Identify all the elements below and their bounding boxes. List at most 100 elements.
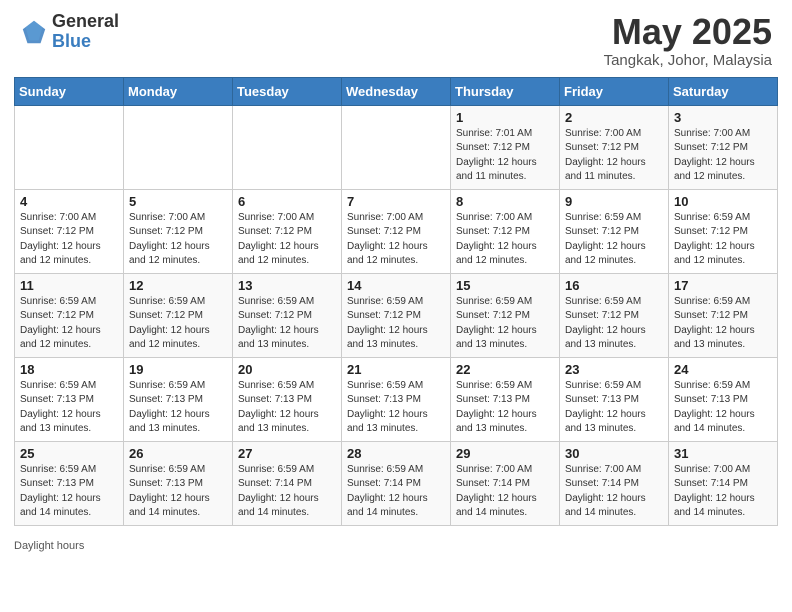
day-number: 15 bbox=[456, 278, 554, 293]
calendar-cell: 28 Sunrise: 6:59 AM Sunset: 7:14 PM Dayli… bbox=[342, 441, 451, 525]
calendar-cell: 16Sunrise: 6:59 AM Sunset: 7:12 PM Dayli… bbox=[560, 273, 669, 357]
calendar-cell: 22 Sunrise: 6:59 AM Sunset: 7:13 PM Dayli… bbox=[451, 357, 560, 441]
calendar-week-row: 18Sunrise: 6:59 AM Sunset: 7:13 PM Dayli… bbox=[15, 357, 778, 441]
day-info: Sunrise: 6:59 AM Sunset: 7:12 PM Dayligh… bbox=[238, 295, 336, 353]
day-number: 28 bbox=[347, 446, 445, 461]
day-number: 1 bbox=[456, 110, 554, 125]
footer-text: Daylight hours bbox=[14, 540, 84, 552]
calendar-cell: 30 Sunrise: 7:00 AM Sunset: 7:14 PM Dayli… bbox=[560, 441, 669, 525]
calendar-week-row: 1Sunrise: 7:01 AM Sunset: 7:12 PM Daylig… bbox=[15, 105, 778, 189]
calendar-cell: 1Sunrise: 7:01 AM Sunset: 7:12 PM Daylig… bbox=[451, 105, 560, 189]
day-number: 9 bbox=[565, 194, 663, 209]
day-info: Sunrise: 6:59 AM Sunset: 7:12 PM Dayligh… bbox=[565, 211, 663, 269]
day-number: 4 bbox=[20, 194, 118, 209]
logo-icon bbox=[20, 18, 48, 46]
day-number: 29 bbox=[456, 446, 554, 461]
calendar-cell: 7Sunrise: 7:00 AM Sunset: 7:12 PM Daylig… bbox=[342, 189, 451, 273]
day-info: Sunrise: 6:59 AM Sunset: 7:14 PM Dayligh… bbox=[347, 463, 445, 521]
calendar-cell: 27 Sunrise: 6:59 AM Sunset: 7:14 PM Dayli… bbox=[233, 441, 342, 525]
calendar-week-row: 25 Sunrise: 6:59 AM Sunset: 7:13 PM Dayli… bbox=[15, 441, 778, 525]
calendar-title: May 2025 bbox=[604, 12, 772, 52]
day-number: 27 bbox=[238, 446, 336, 461]
day-info: Sunrise: 6:59 AM Sunset: 7:13 PM Dayligh… bbox=[456, 379, 554, 437]
day-number: 12 bbox=[129, 278, 227, 293]
calendar-week-row: 11 Sunrise: 6:59 AM Sunset: 7:12 PM Dayli… bbox=[15, 273, 778, 357]
day-number: 23 bbox=[565, 362, 663, 377]
day-info: Sunrise: 7:00 AM Sunset: 7:12 PM Dayligh… bbox=[456, 211, 554, 269]
day-info: Sunrise: 7:00 AM Sunset: 7:12 PM Dayligh… bbox=[565, 127, 663, 185]
day-number: 13 bbox=[238, 278, 336, 293]
page-header: General Blue May 2025 Tangkak, Johor, Ma… bbox=[0, 0, 792, 77]
calendar-table: SundayMondayTuesdayWednesdayThursdayFrid… bbox=[14, 77, 778, 526]
calendar-cell: 24Sunrise: 6:59 AM Sunset: 7:13 PM Dayli… bbox=[669, 357, 778, 441]
day-info: Sunrise: 7:00 AM Sunset: 7:12 PM Dayligh… bbox=[674, 127, 772, 185]
calendar-cell: 18Sunrise: 6:59 AM Sunset: 7:13 PM Dayli… bbox=[15, 357, 124, 441]
calendar-cell bbox=[15, 105, 124, 189]
calendar-cell: 2 Sunrise: 7:00 AM Sunset: 7:12 PM Daylig… bbox=[560, 105, 669, 189]
day-info: Sunrise: 6:59 AM Sunset: 7:13 PM Dayligh… bbox=[20, 379, 118, 437]
calendar-cell: 17Sunrise: 6:59 AM Sunset: 7:12 PM Dayli… bbox=[669, 273, 778, 357]
col-header-wednesday: Wednesday bbox=[342, 77, 451, 105]
calendar-wrap: SundayMondayTuesdayWednesdayThursdayFrid… bbox=[0, 77, 792, 536]
footer: Daylight hours bbox=[0, 536, 792, 558]
day-info: Sunrise: 7:00 AM Sunset: 7:12 PM Dayligh… bbox=[238, 211, 336, 269]
day-info: Sunrise: 6:59 AM Sunset: 7:12 PM Dayligh… bbox=[674, 211, 772, 269]
day-info: Sunrise: 6:59 AM Sunset: 7:12 PM Dayligh… bbox=[347, 295, 445, 353]
day-info: Sunrise: 6:59 AM Sunset: 7:13 PM Dayligh… bbox=[129, 379, 227, 437]
day-info: Sunrise: 6:59 AM Sunset: 7:12 PM Dayligh… bbox=[674, 295, 772, 353]
calendar-cell: 25Sunrise: 6:59 AM Sunset: 7:13 PM Dayli… bbox=[15, 441, 124, 525]
day-info: Sunrise: 7:00 AM Sunset: 7:14 PM Dayligh… bbox=[674, 463, 772, 521]
day-info: Sunrise: 7:00 AM Sunset: 7:14 PM Dayligh… bbox=[565, 463, 663, 521]
calendar-cell: 3 Sunrise: 7:00 AM Sunset: 7:12 PM Daylig… bbox=[669, 105, 778, 189]
col-header-sunday: Sunday bbox=[15, 77, 124, 105]
calendar-cell: 12Sunrise: 6:59 AM Sunset: 7:12 PM Dayli… bbox=[124, 273, 233, 357]
calendar-cell: 11 Sunrise: 6:59 AM Sunset: 7:12 PM Dayli… bbox=[15, 273, 124, 357]
col-header-tuesday: Tuesday bbox=[233, 77, 342, 105]
day-info: Sunrise: 7:00 AM Sunset: 7:12 PM Dayligh… bbox=[129, 211, 227, 269]
day-info: Sunrise: 6:59 AM Sunset: 7:14 PM Dayligh… bbox=[238, 463, 336, 521]
col-header-monday: Monday bbox=[124, 77, 233, 105]
day-info: Sunrise: 7:00 AM Sunset: 7:12 PM Dayligh… bbox=[347, 211, 445, 269]
day-info: Sunrise: 6:59 AM Sunset: 7:13 PM Dayligh… bbox=[238, 379, 336, 437]
calendar-cell bbox=[342, 105, 451, 189]
day-number: 24 bbox=[674, 362, 772, 377]
day-number: 31 bbox=[674, 446, 772, 461]
day-number: 14 bbox=[347, 278, 445, 293]
day-number: 11 bbox=[20, 278, 118, 293]
day-info: Sunrise: 6:59 AM Sunset: 7:12 PM Dayligh… bbox=[456, 295, 554, 353]
day-info: Sunrise: 6:59 AM Sunset: 7:13 PM Dayligh… bbox=[565, 379, 663, 437]
calendar-cell: 23 Sunrise: 6:59 AM Sunset: 7:13 PM Dayli… bbox=[560, 357, 669, 441]
calendar-cell: 13 Sunrise: 6:59 AM Sunset: 7:12 PM Dayli… bbox=[233, 273, 342, 357]
day-info: Sunrise: 6:59 AM Sunset: 7:12 PM Dayligh… bbox=[565, 295, 663, 353]
logo: General Blue bbox=[20, 12, 119, 52]
calendar-cell: 9 Sunrise: 6:59 AM Sunset: 7:12 PM Daylig… bbox=[560, 189, 669, 273]
calendar-cell: 5 Sunrise: 7:00 AM Sunset: 7:12 PM Daylig… bbox=[124, 189, 233, 273]
calendar-cell: 14 Sunrise: 6:59 AM Sunset: 7:12 PM Dayli… bbox=[342, 273, 451, 357]
logo-general-text: General bbox=[52, 11, 119, 31]
day-number: 2 bbox=[565, 110, 663, 125]
day-number: 3 bbox=[674, 110, 772, 125]
calendar-cell: 29Sunrise: 7:00 AM Sunset: 7:14 PM Dayli… bbox=[451, 441, 560, 525]
calendar-cell bbox=[233, 105, 342, 189]
logo-blue-text: Blue bbox=[52, 31, 91, 51]
calendar-cell: 20 Sunrise: 6:59 AM Sunset: 7:13 PM Dayli… bbox=[233, 357, 342, 441]
day-info: Sunrise: 6:59 AM Sunset: 7:13 PM Dayligh… bbox=[347, 379, 445, 437]
calendar-cell: 26Sunrise: 6:59 AM Sunset: 7:13 PM Dayli… bbox=[124, 441, 233, 525]
day-number: 19 bbox=[129, 362, 227, 377]
day-number: 5 bbox=[129, 194, 227, 209]
day-number: 30 bbox=[565, 446, 663, 461]
calendar-cell: 4Sunrise: 7:00 AM Sunset: 7:12 PM Daylig… bbox=[15, 189, 124, 273]
calendar-cell bbox=[124, 105, 233, 189]
day-number: 25 bbox=[20, 446, 118, 461]
title-block: May 2025 Tangkak, Johor, Malaysia bbox=[604, 12, 772, 69]
calendar-cell: 10Sunrise: 6:59 AM Sunset: 7:12 PM Dayli… bbox=[669, 189, 778, 273]
col-header-saturday: Saturday bbox=[669, 77, 778, 105]
day-number: 22 bbox=[456, 362, 554, 377]
day-info: Sunrise: 6:59 AM Sunset: 7:12 PM Dayligh… bbox=[20, 295, 118, 353]
calendar-cell: 15 Sunrise: 6:59 AM Sunset: 7:12 PM Dayli… bbox=[451, 273, 560, 357]
day-info: Sunrise: 6:59 AM Sunset: 7:13 PM Dayligh… bbox=[129, 463, 227, 521]
calendar-cell: 21Sunrise: 6:59 AM Sunset: 7:13 PM Dayli… bbox=[342, 357, 451, 441]
calendar-cell: 31 Sunrise: 7:00 AM Sunset: 7:14 PM Dayli… bbox=[669, 441, 778, 525]
calendar-cell: 19 Sunrise: 6:59 AM Sunset: 7:13 PM Dayli… bbox=[124, 357, 233, 441]
day-number: 20 bbox=[238, 362, 336, 377]
